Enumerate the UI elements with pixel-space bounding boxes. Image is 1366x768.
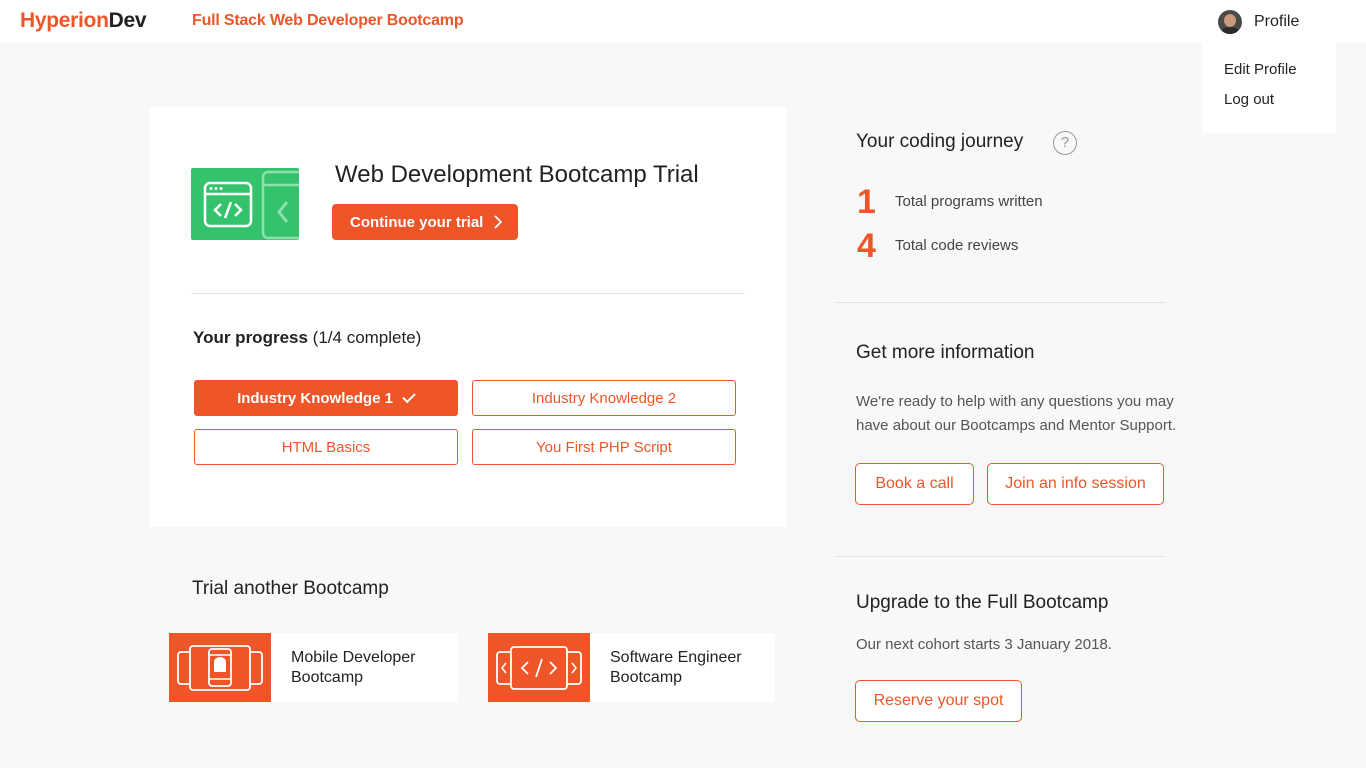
side-divider	[835, 556, 1166, 557]
card-divider	[191, 293, 745, 294]
bootcamp-card-software[interactable]: Software Engineer Bootcamp	[488, 633, 775, 702]
top-navigation-bar: HyperionDev Full Stack Web Developer Boo…	[0, 0, 1366, 43]
course-link[interactable]: Full Stack Web Developer Bootcamp	[192, 12, 464, 30]
bootcamp-mobile-label: Mobile Developer Bootcamp	[291, 649, 416, 686]
log-out-item[interactable]: Log out	[1224, 89, 1336, 119]
upgrade-text: Our next cohort starts 3 January 2018.	[856, 636, 1112, 653]
android-phone-icon	[169, 633, 271, 702]
check-icon	[402, 389, 416, 403]
code-window-icon	[488, 633, 590, 702]
avatar	[1218, 10, 1242, 34]
side-divider	[835, 302, 1166, 303]
join-info-session-button[interactable]: Join an info session	[987, 463, 1164, 505]
upgrade-title: Upgrade to the Full Bootcamp	[856, 592, 1109, 613]
coding-journey-title: Your coding journey	[856, 131, 1024, 152]
programs-written-count: 1	[857, 183, 876, 221]
info-title: Get more information	[856, 342, 1035, 363]
module-industry-knowledge-2[interactable]: Industry Knowledge 2	[472, 380, 736, 416]
continue-trial-label: Continue your trial	[350, 213, 484, 231]
chevron-right-icon	[494, 215, 502, 229]
continue-trial-button[interactable]: Continue your trial	[332, 204, 518, 240]
code-reviews-label: Total code reviews	[895, 237, 1019, 254]
programs-written-label: Total programs written	[895, 193, 1043, 210]
profile-dropdown: Edit Profile Log out	[1202, 43, 1336, 133]
module-html-basics[interactable]: HTML Basics	[194, 429, 458, 465]
code-window-icon	[191, 168, 299, 240]
info-text: We're ready to help with any questions y…	[856, 393, 1177, 434]
bootcamp-software-label: Software Engineer Bootcamp	[610, 649, 742, 686]
code-reviews-count: 4	[857, 227, 876, 265]
profile-label: Profile	[1254, 13, 1300, 30]
course-title: Web Development Bootcamp Trial	[335, 161, 699, 188]
bootcamp-card-mobile[interactable]: Mobile Developer Bootcamp	[169, 633, 458, 702]
hyperiondev-logo[interactable]: HyperionDev	[20, 9, 147, 33]
course-card: Web Development Bootcamp Trial Continue …	[149, 107, 787, 527]
book-call-button[interactable]: Book a call	[855, 463, 974, 505]
module-first-php-script[interactable]: You First PHP Script	[472, 429, 736, 465]
help-icon[interactable]: ?	[1053, 131, 1077, 155]
reserve-spot-button[interactable]: Reserve your spot	[855, 680, 1022, 722]
profile-menu[interactable]: Profile	[1218, 9, 1299, 35]
trial-another-title: Trial another Bootcamp	[192, 578, 389, 599]
module-industry-knowledge-1[interactable]: Industry Knowledge 1	[194, 380, 458, 416]
edit-profile-item[interactable]: Edit Profile	[1224, 59, 1336, 89]
progress-title: Your progress (1/4 complete)	[193, 328, 422, 347]
